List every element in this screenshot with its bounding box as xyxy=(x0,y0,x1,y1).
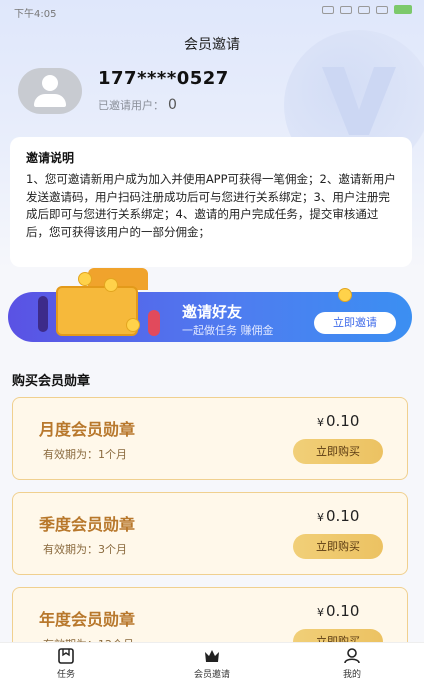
signal-icon xyxy=(358,5,370,14)
currency-symbol: ¥ xyxy=(317,606,324,619)
tab-member-invite[interactable]: 会员邀请 xyxy=(162,647,262,680)
medal-period: 有效期为：1个月 xyxy=(43,448,127,461)
currency-symbol: ¥ xyxy=(317,416,324,429)
medal-price: ¥0.10 xyxy=(317,412,359,430)
wallet-icon xyxy=(56,286,138,336)
tab-profile[interactable]: 我的 xyxy=(302,647,402,680)
crown-icon xyxy=(205,650,219,662)
currency-symbol: ¥ xyxy=(317,511,324,524)
girl-illustration-icon xyxy=(148,310,160,336)
status-time: 下午4:05 xyxy=(14,9,57,20)
invite-banner[interactable]: 邀请好友 一起做任务 赚佣金 立即邀请 xyxy=(8,268,412,342)
tab-label: 会员邀请 xyxy=(193,670,230,680)
invite-now-button[interactable]: 立即邀请 xyxy=(314,312,396,334)
alarm-icon xyxy=(322,5,334,14)
battery-icon xyxy=(394,5,412,14)
medal-price: ¥0.10 xyxy=(317,602,359,620)
price-value: 0.10 xyxy=(326,412,360,430)
task-icon xyxy=(58,648,74,664)
wifi-icon xyxy=(376,5,388,14)
tab-label: 任务 xyxy=(56,670,75,680)
explain-text: 1、您可邀请新用户成为加入并使用APP可获得一笔佣金；2、邀请新用户发送邀请码，… xyxy=(26,172,396,239)
medal-name: 年度会员勋章 xyxy=(39,610,136,629)
coin-icon xyxy=(104,278,118,292)
profile-icon xyxy=(344,648,360,664)
invite-explanation-card: 邀请说明 1、您可邀请新用户成为加入并使用APP可获得一笔佣金；2、邀请新用户发… xyxy=(10,137,412,267)
person-illustration-icon xyxy=(38,296,48,332)
invited-label: 已邀请用户： xyxy=(98,99,164,112)
avatar-head-icon xyxy=(42,75,58,91)
tab-task[interactable]: 任务 xyxy=(16,647,116,680)
status-bar: 下午4:05 xyxy=(0,0,424,22)
section-title: 购买会员勋章 xyxy=(12,374,91,389)
page-title: 会员邀请 xyxy=(184,37,240,53)
avatar[interactable] xyxy=(18,68,82,114)
avatar-body-icon xyxy=(34,94,66,107)
coin-icon xyxy=(78,272,92,286)
price-value: 0.10 xyxy=(326,507,360,525)
banner-subtitle: 一起做任务 赚佣金 xyxy=(182,324,274,337)
tab-label: 我的 xyxy=(342,670,361,680)
medal-period: 有效期为：3个月 xyxy=(43,543,127,556)
coin-icon xyxy=(126,318,140,332)
medal-name: 月度会员勋章 xyxy=(39,420,136,439)
medal-name: 季度会员勋章 xyxy=(39,515,136,534)
hd-icon xyxy=(340,5,352,14)
price-value: 0.10 xyxy=(326,602,360,620)
buy-now-button[interactable]: 立即购买 xyxy=(293,439,383,464)
medal-card-quarterly: 季度会员勋章 有效期为：3个月 ¥0.10 立即购买 xyxy=(12,492,408,575)
status-icons xyxy=(322,5,412,14)
banner-title: 邀请好友 xyxy=(182,303,243,321)
invited-count: 0 xyxy=(168,97,177,113)
medal-price: ¥0.10 xyxy=(317,507,359,525)
bottom-tab-bar: 任务 会员邀请 我的 xyxy=(0,642,424,684)
user-phone: 177****0527 xyxy=(98,68,229,89)
coin-icon xyxy=(338,288,352,302)
invited-users: 已邀请用户： 0 xyxy=(98,97,177,113)
buy-now-button[interactable]: 立即购买 xyxy=(293,534,383,559)
explain-title: 邀请说明 xyxy=(26,151,75,165)
medal-card-monthly: 月度会员勋章 有效期为：1个月 ¥0.10 立即购买 xyxy=(12,397,408,480)
